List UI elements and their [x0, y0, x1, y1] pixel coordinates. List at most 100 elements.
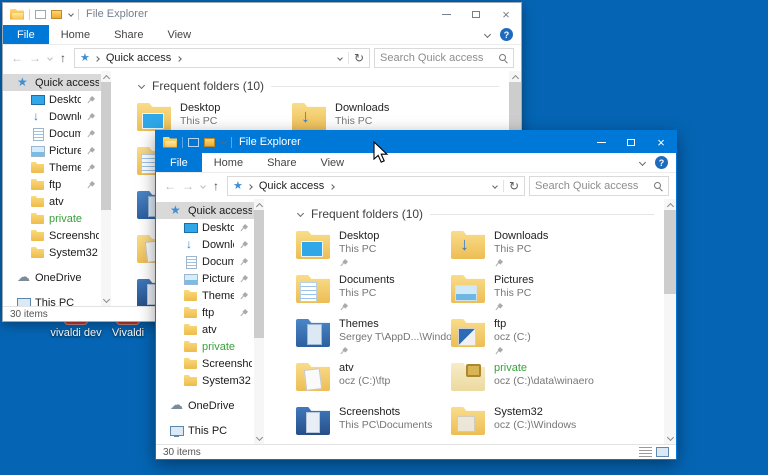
sidebar-item[interactable]: Screenshots [156, 355, 254, 372]
tab-share[interactable]: Share [255, 153, 308, 172]
sidebar-scrollbar[interactable] [101, 71, 111, 306]
sidebar-item[interactable]: ftp [3, 176, 101, 193]
folder-tile[interactable]: System32 ocz (C:)\Windows [451, 405, 606, 444]
new-folder-icon[interactable] [204, 137, 215, 147]
back-button[interactable]: ← [163, 179, 177, 193]
forward-button[interactable]: → [28, 51, 42, 65]
sidebar-item[interactable]: Downloads [156, 236, 254, 253]
breadcrumb[interactable]: Quick access [259, 180, 324, 192]
sidebar-item[interactable]: Pictures [3, 142, 101, 159]
main-scrollbar[interactable] [664, 199, 676, 444]
sidebar-item[interactable]: Quick access [3, 74, 101, 91]
sidebar-item[interactable]: Screenshots [3, 227, 101, 244]
up-button[interactable]: ↑ [56, 51, 70, 65]
close-button[interactable]: × [491, 3, 521, 25]
sidebar-item[interactable]: private [156, 338, 254, 355]
folder-tile[interactable]: Pictures This PC [451, 273, 606, 317]
expand-ribbon-icon[interactable] [638, 159, 646, 167]
folder-tile[interactable]: Documents This PC [296, 273, 451, 317]
sidebar-item[interactable]: private [3, 210, 101, 227]
properties-icon[interactable] [188, 137, 199, 147]
help-icon[interactable]: ? [500, 28, 513, 41]
scroll-up-icon[interactable] [102, 73, 110, 81]
chevron-right-icon[interactable] [95, 55, 101, 61]
expand-ribbon-icon[interactable] [483, 31, 491, 39]
folder-tile[interactable]: Themes Sergey T\AppD...\Windows [296, 317, 451, 361]
sidebar-item[interactable]: OneDrive [156, 397, 254, 414]
sidebar-item[interactable]: Downloads [3, 108, 101, 125]
sidebar-item[interactable]: Pictures [156, 270, 254, 287]
sidebar-item[interactable]: Themes [3, 159, 101, 176]
chevron-right-icon[interactable] [248, 183, 254, 189]
scrollbar-thumb[interactable] [254, 210, 264, 338]
recent-locations-icon[interactable] [199, 183, 205, 189]
folder-tile[interactable]: Downloads This PC [451, 229, 606, 273]
tab-view[interactable]: View [308, 153, 356, 172]
sidebar-item[interactable]: This PC [156, 422, 254, 439]
address-dropdown-icon[interactable] [337, 55, 343, 61]
folder-tile[interactable]: private ocz (C:)\data\winaero [451, 361, 606, 405]
sidebar-scrollbar[interactable] [254, 199, 264, 444]
maximize-button[interactable] [461, 3, 491, 25]
tab-view[interactable]: View [155, 25, 203, 44]
file-explorer-window-front[interactable]: File Explorer × File Home Share View ? ←… [155, 130, 677, 460]
sidebar-item[interactable]: Desktop [3, 91, 101, 108]
folder-tile[interactable]: Screenshots This PC\Documents [296, 405, 451, 444]
sidebar-item[interactable]: System32 [3, 244, 101, 261]
recent-locations-icon[interactable] [46, 55, 52, 61]
large-icons-view-icon[interactable] [656, 447, 669, 457]
properties-icon[interactable] [35, 9, 46, 19]
tab-home[interactable]: Home [202, 153, 255, 172]
folder-tile[interactable]: Desktop This PC [296, 229, 451, 273]
sidebar-item[interactable]: ftp [156, 304, 254, 321]
help-icon[interactable]: ? [655, 156, 668, 169]
search-input[interactable] [535, 180, 650, 192]
tab-home[interactable]: Home [49, 25, 102, 44]
tab-file[interactable]: File [3, 25, 49, 44]
customize-toolbar-icon[interactable] [67, 11, 73, 17]
search-box[interactable] [529, 176, 669, 196]
folder-tile[interactable]: ftp ocz (C:) [451, 317, 606, 361]
sidebar-item[interactable]: This PC [3, 294, 101, 306]
sidebar-item[interactable]: Documents [156, 253, 254, 270]
address-bar[interactable]: ★ Quick access ↻ [227, 176, 525, 196]
collapse-section-icon[interactable] [137, 82, 145, 90]
details-view-icon[interactable] [639, 447, 652, 457]
scroll-up-icon[interactable] [255, 201, 263, 209]
scroll-up-icon[interactable] [511, 73, 519, 81]
scroll-up-icon[interactable] [666, 201, 674, 209]
up-button[interactable]: ↑ [209, 179, 223, 193]
search-box[interactable] [374, 48, 514, 68]
back-button[interactable]: ← [10, 51, 24, 65]
scroll-down-icon[interactable] [666, 434, 674, 442]
new-folder-icon[interactable] [51, 9, 62, 19]
title-bar[interactable]: File Explorer × [3, 3, 521, 25]
refresh-icon[interactable]: ↻ [502, 180, 519, 192]
scroll-down-icon[interactable] [102, 296, 110, 304]
chevron-right-icon[interactable] [176, 55, 182, 61]
sidebar-item[interactable]: Desktop [156, 219, 254, 236]
minimize-button[interactable] [586, 131, 616, 153]
scrollbar-thumb[interactable] [101, 82, 111, 210]
chevron-right-icon[interactable] [329, 183, 335, 189]
maximize-button[interactable] [616, 131, 646, 153]
forward-button[interactable]: → [181, 179, 195, 193]
refresh-icon[interactable]: ↻ [347, 52, 364, 64]
sidebar-item[interactable]: atv [3, 193, 101, 210]
sidebar-item[interactable]: System32 [156, 372, 254, 389]
folder-tile[interactable]: atv ocz (C:)\ftp [296, 361, 451, 405]
address-dropdown-icon[interactable] [492, 183, 498, 189]
tab-share[interactable]: Share [102, 25, 155, 44]
customize-toolbar-icon[interactable] [220, 139, 226, 145]
search-input[interactable] [380, 52, 495, 64]
sidebar-item[interactable]: atv [156, 321, 254, 338]
tab-file[interactable]: File [156, 153, 202, 172]
collapse-section-icon[interactable] [296, 210, 304, 218]
title-bar[interactable]: File Explorer × [156, 131, 676, 153]
sidebar-item[interactable]: Quick access [156, 202, 254, 219]
minimize-button[interactable] [431, 3, 461, 25]
address-bar[interactable]: ★ Quick access ↻ [74, 48, 370, 68]
scrollbar-thumb[interactable] [664, 210, 676, 294]
sidebar-item[interactable]: Documents [3, 125, 101, 142]
breadcrumb[interactable]: Quick access [106, 52, 171, 64]
